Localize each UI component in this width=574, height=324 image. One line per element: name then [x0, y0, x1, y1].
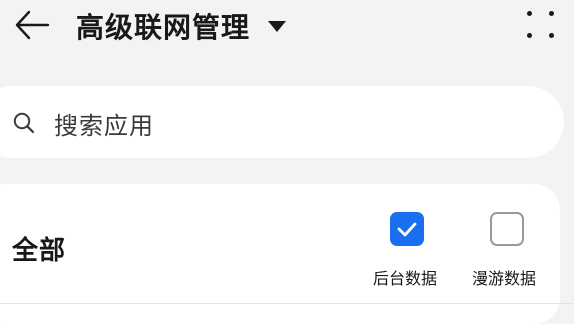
search-placeholder: 搜索应用	[54, 112, 154, 140]
four-dots-menu-icon	[527, 11, 532, 16]
page-title: 高级联网管理	[76, 11, 251, 44]
search-input[interactable]: 搜索应用	[0, 86, 564, 158]
menu-dot	[549, 11, 554, 16]
check-icon	[397, 222, 417, 237]
all-apps-label: 全部	[12, 236, 67, 266]
back-button[interactable]	[12, 8, 52, 42]
menu-dot	[527, 33, 532, 38]
roaming-data-checkbox[interactable]	[490, 212, 524, 246]
caret-down-icon	[268, 20, 287, 32]
title-dropdown[interactable]: 高级联网管理	[76, 6, 287, 46]
divider	[0, 303, 574, 304]
background-data-checkbox[interactable]	[390, 212, 424, 246]
arrow-left-icon	[15, 10, 50, 40]
search-icon	[13, 112, 35, 134]
top-bar: 高级联网管理	[0, 0, 574, 52]
roaming-data-label: 漫游数据	[472, 269, 537, 288]
background-data-label: 后台数据	[373, 269, 438, 288]
more-menu-button[interactable]	[526, 10, 558, 42]
menu-dot	[549, 33, 554, 38]
